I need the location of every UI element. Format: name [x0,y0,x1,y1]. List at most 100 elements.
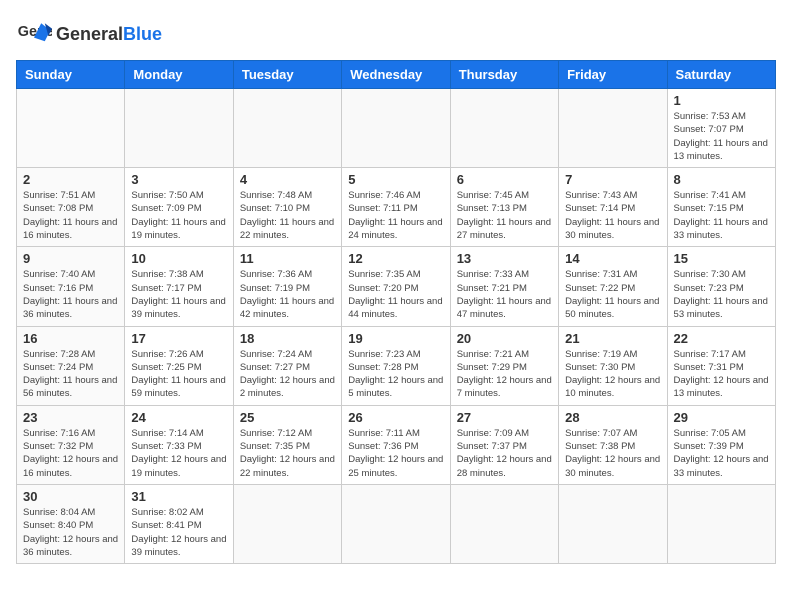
day-info: Sunrise: 7:30 AM Sunset: 7:23 PM Dayligh… [674,268,769,321]
calendar-day-cell: 12 Sunrise: 7:35 AM Sunset: 7:20 PM Dayli… [342,247,450,326]
day-number: 27 [457,410,552,425]
calendar-day-cell: 11Sunrise: 7:36 AM Sunset: 7:19 PM Dayli… [233,247,341,326]
day-number: 21 [565,331,660,346]
day-info: Sunrise: 7:26 AM Sunset: 7:25 PM Dayligh… [131,348,226,401]
day-number: 28 [565,410,660,425]
day-number: 30 [23,489,118,504]
weekday-header: Monday [125,61,233,89]
calendar-day-cell: 2 Sunrise: 7:51 AM Sunset: 7:08 PM Daylig… [17,168,125,247]
day-info: Sunrise: 7:24 AM Sunset: 7:27 PM Dayligh… [240,348,335,401]
day-info: Sunrise: 7:17 AM Sunset: 7:31 PM Dayligh… [674,348,769,401]
calendar-day-cell: 14 Sunrise: 7:31 AM Sunset: 7:22 PM Dayli… [559,247,667,326]
weekday-header: Thursday [450,61,558,89]
day-number: 6 [457,172,552,187]
day-number: 8 [674,172,769,187]
logo-icon: General [16,16,52,52]
calendar-day-cell: 28 Sunrise: 7:07 AM Sunset: 7:38 PM Dayli… [559,405,667,484]
calendar-day-cell [559,484,667,563]
calendar-day-cell [342,89,450,168]
calendar-day-cell: 18 Sunrise: 7:24 AM Sunset: 7:27 PM Dayli… [233,326,341,405]
day-info: Sunrise: 7:40 AM Sunset: 7:16 PM Dayligh… [23,268,118,321]
day-number: 12 [348,251,443,266]
calendar-day-cell: 1Sunrise: 7:53 AM Sunset: 7:07 PM Daylig… [667,89,775,168]
day-number: 1 [674,93,769,108]
calendar-day-cell: 22Sunrise: 7:17 AM Sunset: 7:31 PM Dayli… [667,326,775,405]
logo: General GeneralBlue [16,16,162,52]
weekday-header: Friday [559,61,667,89]
day-info: Sunrise: 7:23 AM Sunset: 7:28 PM Dayligh… [348,348,443,401]
day-number: 26 [348,410,443,425]
logo-text: GeneralBlue [56,24,162,44]
calendar-week-row: 1Sunrise: 7:53 AM Sunset: 7:07 PM Daylig… [17,89,776,168]
day-number: 2 [23,172,118,187]
calendar-day-cell: 9 Sunrise: 7:40 AM Sunset: 7:16 PM Daylig… [17,247,125,326]
calendar-day-cell: 19 Sunrise: 7:23 AM Sunset: 7:28 PM Dayli… [342,326,450,405]
calendar-header-row: SundayMondayTuesdayWednesdayThursdayFrid… [17,61,776,89]
calendar-day-cell [559,89,667,168]
day-number: 18 [240,331,335,346]
day-info: Sunrise: 7:35 AM Sunset: 7:20 PM Dayligh… [348,268,443,321]
calendar-day-cell: 24 Sunrise: 7:14 AM Sunset: 7:33 PM Dayli… [125,405,233,484]
weekday-header: Wednesday [342,61,450,89]
day-number: 5 [348,172,443,187]
day-info: Sunrise: 7:19 AM Sunset: 7:30 PM Dayligh… [565,348,660,401]
calendar-day-cell [233,89,341,168]
calendar-day-cell [450,89,558,168]
page-header: General GeneralBlue [16,16,776,52]
day-number: 7 [565,172,660,187]
day-number: 31 [131,489,226,504]
day-number: 4 [240,172,335,187]
calendar-day-cell [450,484,558,563]
day-info: Sunrise: 7:12 AM Sunset: 7:35 PM Dayligh… [240,427,335,480]
day-info: Sunrise: 7:38 AM Sunset: 7:17 PM Dayligh… [131,268,226,321]
calendar-day-cell: 20Sunrise: 7:21 AM Sunset: 7:29 PM Dayli… [450,326,558,405]
day-info: Sunrise: 7:07 AM Sunset: 7:38 PM Dayligh… [565,427,660,480]
calendar-week-row: 9 Sunrise: 7:40 AM Sunset: 7:16 PM Daylig… [17,247,776,326]
calendar-day-cell: 21 Sunrise: 7:19 AM Sunset: 7:30 PM Dayli… [559,326,667,405]
weekday-header: Tuesday [233,61,341,89]
day-number: 10 [131,251,226,266]
day-number: 9 [23,251,118,266]
calendar-day-cell: 13 Sunrise: 7:33 AM Sunset: 7:21 PM Dayli… [450,247,558,326]
calendar-week-row: 16Sunrise: 7:28 AM Sunset: 7:24 PM Dayli… [17,326,776,405]
calendar-day-cell: 16Sunrise: 7:28 AM Sunset: 7:24 PM Dayli… [17,326,125,405]
weekday-header: Saturday [667,61,775,89]
calendar-day-cell: 27 Sunrise: 7:09 AM Sunset: 7:37 PM Dayli… [450,405,558,484]
calendar-day-cell: 3Sunrise: 7:50 AM Sunset: 7:09 PM Daylig… [125,168,233,247]
calendar-day-cell: 30Sunrise: 8:04 AM Sunset: 8:40 PM Dayli… [17,484,125,563]
calendar-week-row: 2 Sunrise: 7:51 AM Sunset: 7:08 PM Daylig… [17,168,776,247]
calendar-day-cell [125,89,233,168]
day-info: Sunrise: 7:48 AM Sunset: 7:10 PM Dayligh… [240,189,335,242]
day-number: 19 [348,331,443,346]
day-info: Sunrise: 7:45 AM Sunset: 7:13 PM Dayligh… [457,189,552,242]
day-info: Sunrise: 8:02 AM Sunset: 8:41 PM Dayligh… [131,506,226,559]
calendar-day-cell: 7Sunrise: 7:43 AM Sunset: 7:14 PM Daylig… [559,168,667,247]
day-info: Sunrise: 7:33 AM Sunset: 7:21 PM Dayligh… [457,268,552,321]
calendar-day-cell: 23 Sunrise: 7:16 AM Sunset: 7:32 PM Dayli… [17,405,125,484]
calendar-day-cell: 26 Sunrise: 7:11 AM Sunset: 7:36 PM Dayli… [342,405,450,484]
day-number: 24 [131,410,226,425]
calendar-day-cell [233,484,341,563]
day-number: 13 [457,251,552,266]
calendar-day-cell: 4 Sunrise: 7:48 AM Sunset: 7:10 PM Daylig… [233,168,341,247]
calendar-day-cell: 17 Sunrise: 7:26 AM Sunset: 7:25 PM Dayli… [125,326,233,405]
day-info: Sunrise: 7:36 AM Sunset: 7:19 PM Dayligh… [240,268,335,321]
day-info: Sunrise: 7:11 AM Sunset: 7:36 PM Dayligh… [348,427,443,480]
day-number: 17 [131,331,226,346]
day-number: 23 [23,410,118,425]
day-number: 16 [23,331,118,346]
calendar-table: SundayMondayTuesdayWednesdayThursdayFrid… [16,60,776,564]
day-info: Sunrise: 7:51 AM Sunset: 7:08 PM Dayligh… [23,189,118,242]
day-info: Sunrise: 7:16 AM Sunset: 7:32 PM Dayligh… [23,427,118,480]
day-number: 14 [565,251,660,266]
day-info: Sunrise: 7:14 AM Sunset: 7:33 PM Dayligh… [131,427,226,480]
calendar-week-row: 30Sunrise: 8:04 AM Sunset: 8:40 PM Dayli… [17,484,776,563]
calendar-day-cell: 8Sunrise: 7:41 AM Sunset: 7:15 PM Daylig… [667,168,775,247]
day-info: Sunrise: 7:05 AM Sunset: 7:39 PM Dayligh… [674,427,769,480]
day-info: Sunrise: 7:09 AM Sunset: 7:37 PM Dayligh… [457,427,552,480]
day-info: Sunrise: 7:31 AM Sunset: 7:22 PM Dayligh… [565,268,660,321]
weekday-header: Sunday [17,61,125,89]
calendar-day-cell [667,484,775,563]
calendar-day-cell: 25Sunrise: 7:12 AM Sunset: 7:35 PM Dayli… [233,405,341,484]
calendar-day-cell: 6 Sunrise: 7:45 AM Sunset: 7:13 PM Daylig… [450,168,558,247]
